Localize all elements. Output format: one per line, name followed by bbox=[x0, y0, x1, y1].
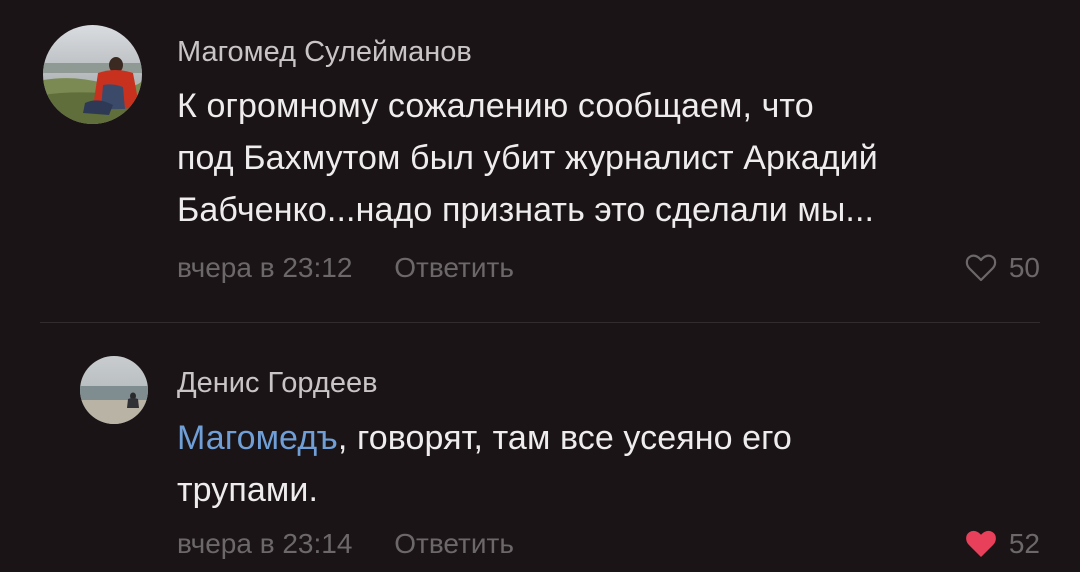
comment-text-fragment: , говорят, там все усеяно его bbox=[337, 419, 792, 457]
comment-text: К огромному сожалению сообщаем, что под … bbox=[177, 80, 1057, 236]
comment-author[interactable]: Магомед Сулейманов bbox=[177, 34, 472, 70]
reply-button[interactable]: Ответить bbox=[394, 252, 514, 283]
avatar[interactable] bbox=[80, 356, 148, 424]
person-on-hill-avatar-icon bbox=[43, 25, 142, 124]
like-count: 50 bbox=[1008, 252, 1040, 283]
like-button[interactable]: 50 bbox=[965, 251, 1040, 285]
reply-button[interactable]: Ответить bbox=[394, 528, 514, 559]
like-button[interactable]: 52 bbox=[965, 527, 1040, 561]
comment-meta: вчера в 23:14 Ответить bbox=[177, 527, 514, 561]
comment-text: Магомедъ, говорят, там все усеяно его тр… bbox=[177, 412, 1057, 516]
comment-1: Магомед Сулейманов К огромному сожалению… bbox=[0, 0, 1080, 320]
comment-text-line: Магомедъ, говорят, там все усеяно его bbox=[177, 412, 1057, 464]
comment-time: вчера в 23:14 bbox=[177, 528, 353, 559]
heart-filled-icon bbox=[965, 530, 996, 557]
like-count: 52 bbox=[1008, 528, 1040, 559]
comment-text-line: трупами. bbox=[177, 471, 319, 509]
comment-time: вчера в 23:12 bbox=[177, 252, 353, 283]
person-on-beach-avatar-icon bbox=[80, 356, 148, 424]
comment-text-line: под Бахмутом был убит журналист Аркадий bbox=[177, 139, 878, 177]
heart-outline-icon bbox=[965, 254, 997, 282]
mention-link[interactable]: Магомедъ bbox=[177, 419, 338, 457]
comment-text-line: К огромному сожалению сообщаем, что bbox=[177, 87, 814, 125]
comment-author[interactable]: Денис Гордеев bbox=[177, 365, 377, 401]
avatar[interactable] bbox=[43, 25, 142, 124]
comment-2: Денис Гордеев Магомедъ, говорят, там все… bbox=[0, 322, 1080, 572]
comment-text-line: Бабченко...надо признать это сделали мы.… bbox=[177, 191, 875, 229]
comment-meta: вчера в 23:12 Ответить bbox=[177, 251, 514, 285]
